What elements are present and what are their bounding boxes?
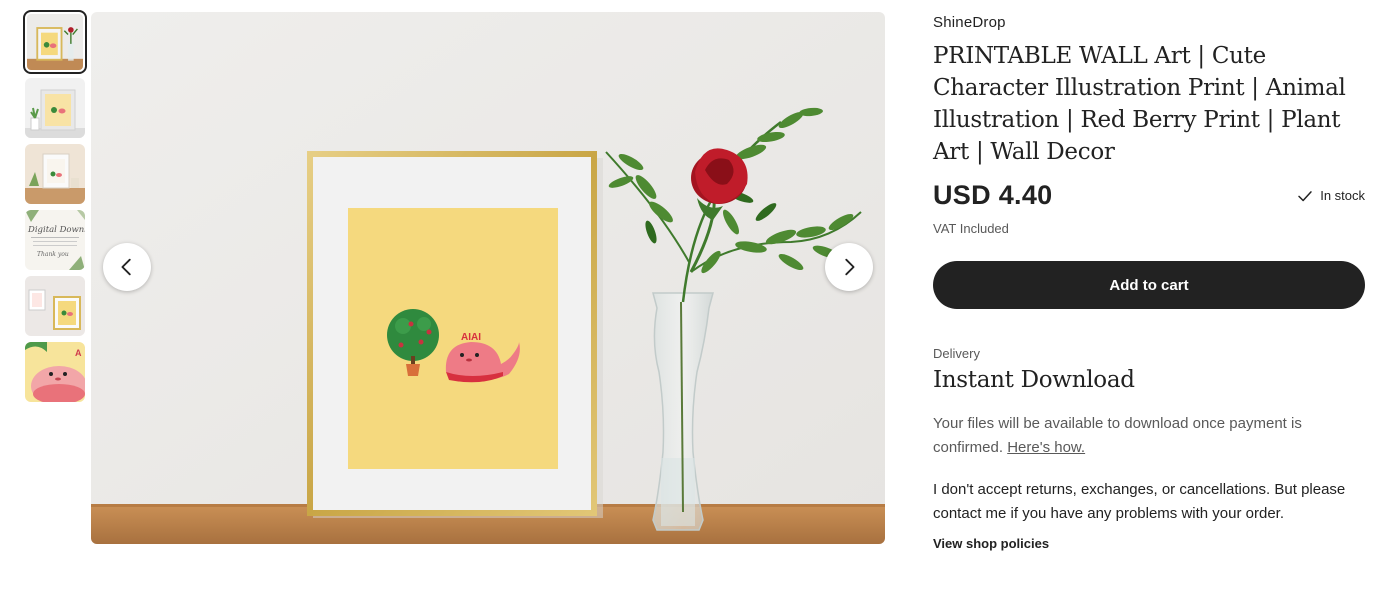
listing-details: ShineDrop PRINTABLE WALL Art | Cute Char…	[933, 14, 1365, 551]
price-row: USD 4.40 In stock	[933, 180, 1365, 211]
chevron-left-icon	[121, 258, 131, 276]
checkmark-icon	[1298, 190, 1312, 201]
thumbnail-5[interactable]	[25, 276, 85, 336]
stock-status-text: In stock	[1320, 188, 1365, 203]
thumbnail-4[interactable]: Digital Download Thank you	[25, 210, 85, 270]
thumbnail-2[interactable]	[25, 78, 85, 138]
returns-policy-text: I don't accept returns, exchanges, or ca…	[933, 481, 1346, 522]
listing-price: USD 4.40	[933, 180, 1053, 210]
delivery-title: Instant Download	[933, 367, 1135, 393]
shop-name-link[interactable]: ShineDrop	[933, 14, 1365, 31]
thumb-thank-you-text: Thank you	[37, 251, 69, 258]
thumb-digital-download-text: Digital Download	[27, 225, 85, 235]
product-photo: AIAI	[91, 12, 885, 544]
listing-title: PRINTABLE WALL Art | Cute Character Illu…	[933, 43, 1346, 165]
thumbnail-strip: Digital Download Thank you A	[23, 10, 87, 408]
delivery-label: Delivery	[933, 346, 980, 361]
stock-status: In stock	[1296, 187, 1365, 205]
thumbnail-3[interactable]	[25, 144, 85, 204]
add-to-cart-button[interactable]: Add to cart	[933, 261, 1365, 309]
vat-note: VAT Included	[933, 221, 1009, 236]
main-product-image: AIAI	[91, 12, 885, 544]
thumbnail-1[interactable]	[23, 10, 87, 74]
chevron-right-icon	[845, 258, 855, 276]
heres-how-link[interactable]: Here's how.	[1007, 439, 1085, 456]
previous-image-button[interactable]	[103, 243, 151, 291]
next-image-button[interactable]	[825, 243, 873, 291]
thumbnail-6[interactable]: A	[25, 342, 85, 402]
svg-text:A: A	[75, 348, 82, 358]
view-shop-policies-link[interactable]: View shop policies	[933, 536, 1365, 551]
delivery-description: Your files will be available to download…	[933, 412, 1365, 460]
delivery-description-text: Your files will be available to download…	[933, 415, 1302, 456]
print-character-label: AIAI	[461, 332, 481, 343]
